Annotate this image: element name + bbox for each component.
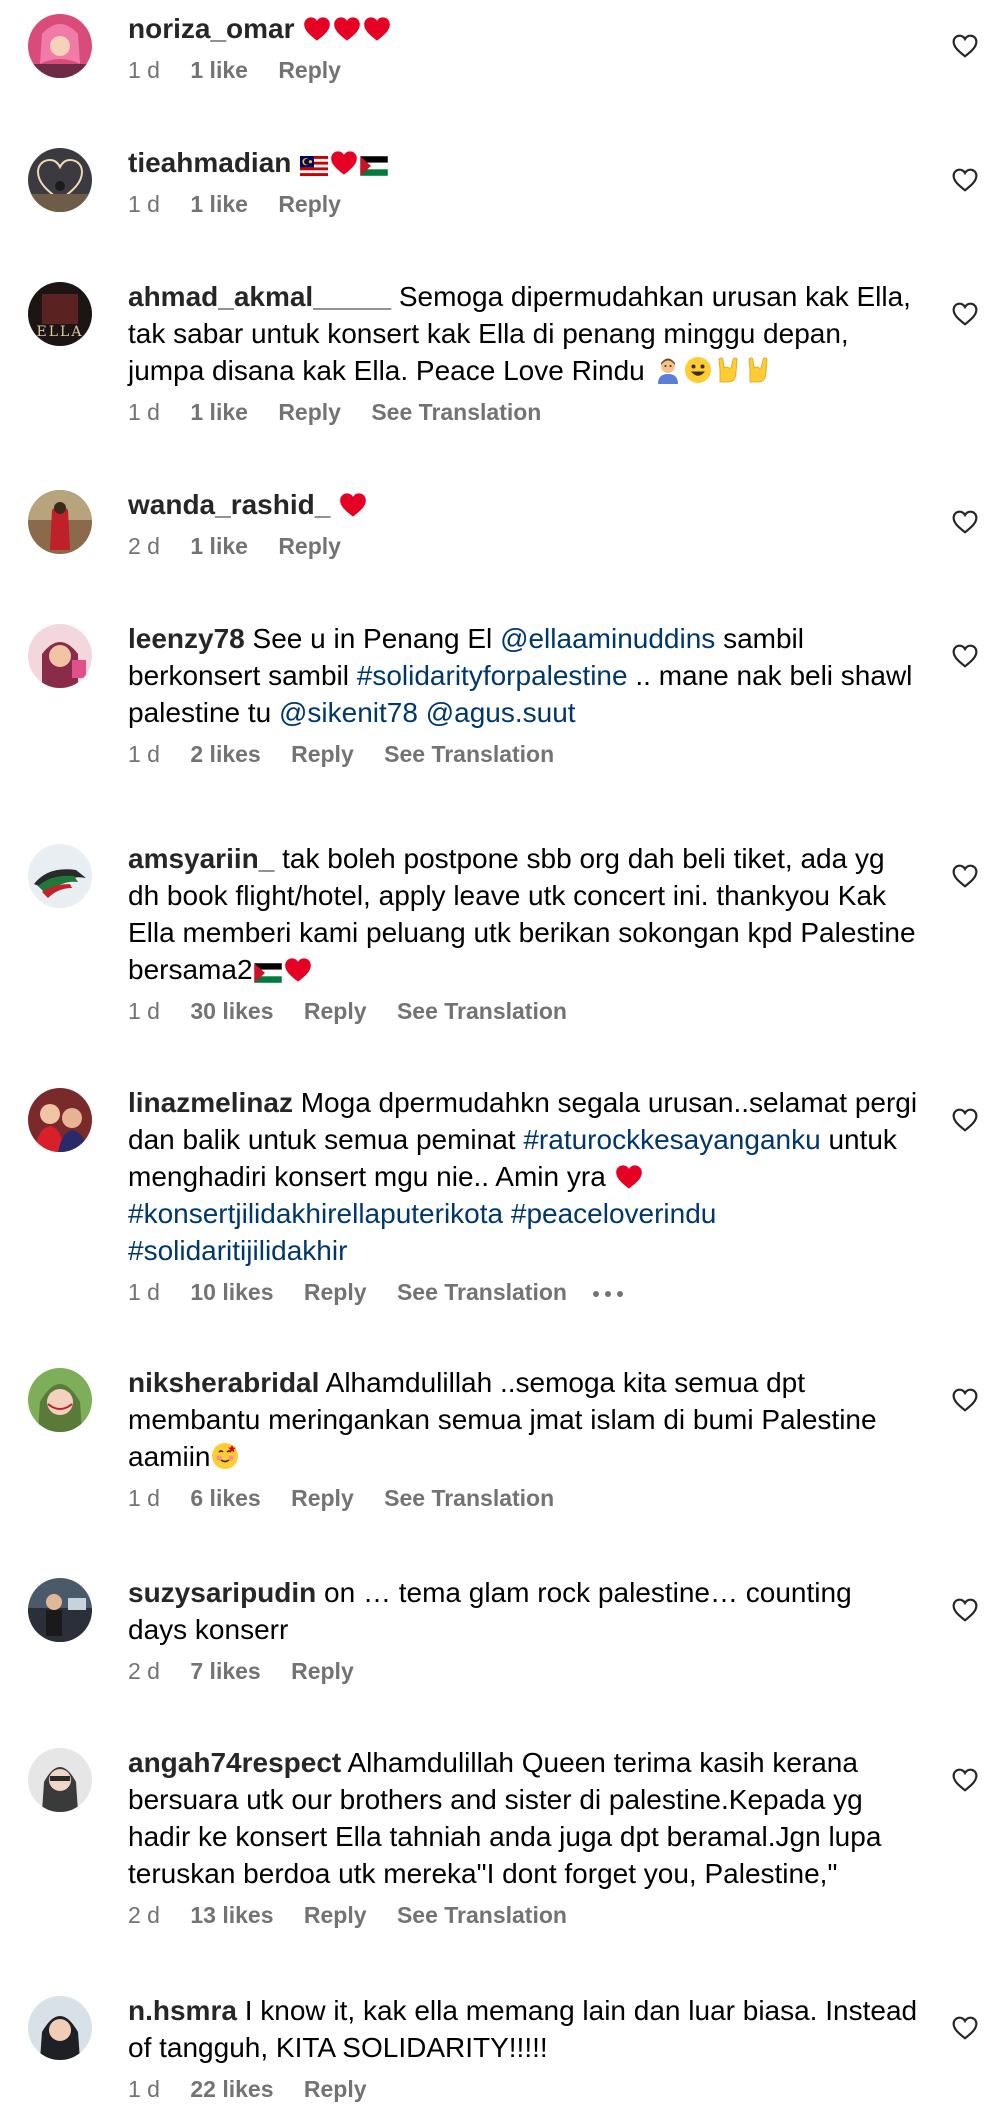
avatar[interactable] (28, 624, 92, 688)
like-heart-icon[interactable] (952, 1388, 978, 1412)
comment-username[interactable]: angah74respect (128, 1747, 341, 1778)
comment-time: 1 d (128, 399, 160, 425)
more-options-icon[interactable] (591, 1289, 625, 1299)
avatar[interactable] (28, 1996, 92, 2060)
avatar[interactable] (28, 14, 92, 78)
reply-button[interactable]: Reply (304, 1902, 367, 1928)
palestine-flag-icon (254, 963, 282, 983)
reply-button[interactable]: Reply (278, 533, 341, 559)
comment-username[interactable]: suzysaripudin (128, 1577, 316, 1608)
reply-button[interactable]: Reply (278, 57, 341, 83)
see-translation-button[interactable]: See Translation (397, 998, 567, 1024)
comment-text: See u in Penang El (252, 623, 493, 654)
reply-button[interactable]: Reply (304, 2076, 367, 2102)
likes-count[interactable]: 6 likes (190, 1485, 260, 1511)
like-heart-icon[interactable] (952, 34, 978, 58)
comment-time: 1 d (128, 1279, 160, 1305)
avatar[interactable] (28, 1088, 92, 1152)
likes-count[interactable]: 1 like (190, 191, 248, 217)
malaysia-flag-icon (300, 156, 328, 176)
rock-hand-emoji-icon (744, 356, 772, 384)
comment-username[interactable]: n.hsmra (128, 1995, 237, 2026)
like-heart-icon[interactable] (952, 510, 978, 534)
comment-time: 1 d (128, 998, 160, 1024)
mention-link[interactable]: @sikenit78 (279, 697, 418, 728)
likes-count[interactable]: 2 likes (190, 741, 260, 767)
like-heart-icon[interactable] (952, 2016, 978, 2040)
red-heart-emoji-icon (363, 16, 391, 42)
comment-time: 2 d (128, 1902, 160, 1928)
likes-count[interactable]: 1 like (190, 57, 248, 83)
like-heart-icon[interactable] (952, 1768, 978, 1792)
comment-username[interactable]: amsyariin_ (128, 843, 274, 874)
comment-time: 1 d (128, 57, 160, 83)
see-translation-button[interactable]: See Translation (371, 399, 541, 425)
smiley-emoji-icon (684, 356, 712, 384)
red-heart-emoji-icon (339, 492, 367, 518)
like-heart-icon[interactable] (952, 644, 978, 668)
comment-username[interactable]: niksherabridal (128, 1367, 319, 1398)
comment-time: 1 d (128, 1485, 160, 1511)
like-heart-icon[interactable] (952, 168, 978, 192)
avatar[interactable] (28, 1368, 92, 1432)
avatar[interactable] (28, 490, 92, 554)
likes-count[interactable]: 13 likes (190, 1902, 273, 1928)
reply-button[interactable]: Reply (291, 1658, 354, 1684)
likes-count[interactable]: 10 likes (190, 1279, 273, 1305)
person-emoji-icon (654, 356, 682, 384)
red-heart-emoji-icon (615, 1164, 643, 1190)
avatar[interactable] (28, 148, 92, 212)
comment-username[interactable]: ahmad_akmal_____ (128, 281, 391, 312)
reply-button[interactable]: Reply (304, 998, 367, 1024)
comment-time: 2 d (128, 1658, 160, 1684)
likes-count[interactable]: 1 like (190, 533, 248, 559)
svg-text:ELLA: ELLA (37, 324, 84, 340)
avatar[interactable]: ELLA (28, 282, 92, 346)
mention-link[interactable]: @agus.suut (426, 697, 576, 728)
see-translation-button[interactable]: See Translation (397, 1902, 567, 1928)
comment-username[interactable]: tieahmadian (128, 147, 291, 178)
like-heart-icon[interactable] (952, 1598, 978, 1622)
red-heart-emoji-icon (330, 150, 358, 176)
comment-time: 1 d (128, 741, 160, 767)
hashtag-link[interactable]: #solidarityforpalestine (357, 660, 628, 691)
comment-username[interactable]: leenzy78 (128, 623, 245, 654)
reply-button[interactable]: Reply (291, 1485, 354, 1511)
avatar[interactable] (28, 1748, 92, 1812)
avatar[interactable] (28, 1578, 92, 1642)
see-translation-button[interactable]: See Translation (384, 1485, 554, 1511)
see-translation-button[interactable]: See Translation (384, 741, 554, 767)
hashtag-link[interactable]: #solidaritijilidakhir (128, 1235, 347, 1266)
smiling-face-with-hearts-emoji-icon (211, 1442, 239, 1470)
likes-count[interactable]: 1 like (190, 399, 248, 425)
avatar[interactable] (28, 844, 92, 908)
hashtag-link[interactable]: #konsertjilidakhirellaputerikota (128, 1198, 503, 1229)
rock-hand-emoji-icon (714, 356, 742, 384)
red-heart-emoji-icon (333, 16, 361, 42)
reply-button[interactable]: Reply (291, 741, 354, 767)
like-heart-icon[interactable] (952, 302, 978, 326)
reply-button[interactable]: Reply (278, 191, 341, 217)
like-heart-icon[interactable] (952, 864, 978, 888)
hashtag-link[interactable]: #raturockkesayanganku (523, 1124, 820, 1155)
hashtag-link[interactable]: #peaceloverindu (511, 1198, 717, 1229)
reply-button[interactable]: Reply (304, 1279, 367, 1305)
comment-username[interactable]: linazmelinaz (128, 1087, 293, 1118)
comment-username[interactable]: wanda_rashid_ (128, 489, 330, 520)
likes-count[interactable]: 7 likes (190, 1658, 260, 1684)
comment-time: 1 d (128, 2076, 160, 2102)
red-heart-emoji-icon (284, 957, 312, 983)
reply-button[interactable]: Reply (278, 399, 341, 425)
likes-count[interactable]: 22 likes (190, 2076, 273, 2102)
comment-username[interactable]: noriza_omar (128, 13, 295, 44)
comment-time: 2 d (128, 533, 160, 559)
likes-count[interactable]: 30 likes (190, 998, 273, 1024)
palestine-flag-icon (360, 156, 388, 176)
comment-time: 1 d (128, 191, 160, 217)
comment-text: I know it, kak ella memang lain dan luar… (128, 1995, 918, 2063)
like-heart-icon[interactable] (952, 1108, 978, 1132)
see-translation-button[interactable]: See Translation (397, 1279, 567, 1305)
mention-link[interactable]: @ellaaminuddins (500, 623, 715, 654)
red-heart-emoji-icon (303, 16, 331, 42)
